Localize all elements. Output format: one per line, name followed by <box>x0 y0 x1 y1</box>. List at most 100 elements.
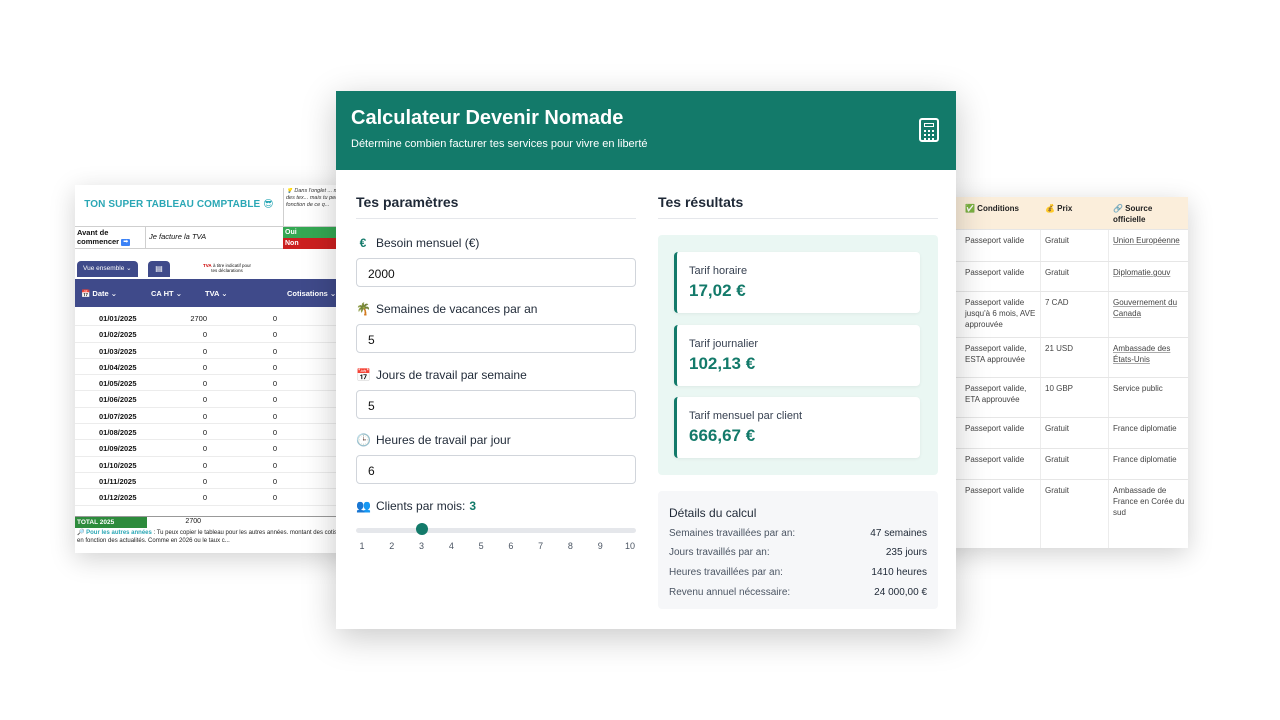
sheet-table-header: 📅 Date ⌄ CA HT ⌄ TVA ⌄ Cotisations ⌄ <box>75 279 360 307</box>
besoin-label: € Besoin mensuel (€) <box>356 236 480 250</box>
header-source: 🔗 Source officielle <box>1113 204 1153 224</box>
table-row[interactable]: 01/10/2025000 <box>75 457 360 473</box>
cell-source[interactable]: Union Européenne <box>1113 235 1185 246</box>
column-header-date[interactable]: 📅 Date ⌄ <box>81 289 117 298</box>
cell-cond: Passeport valide <box>965 268 1025 277</box>
visa-conditions-table: ✅ Conditions 💰 Prix 🔗 Source officielle … <box>940 197 1188 548</box>
besoin-input[interactable]: 2000 <box>356 258 636 287</box>
clients-label: 👥 Clients par mois: 3 <box>356 499 477 513</box>
tva-warning: TVA à titre indicatif pour tes déclarati… <box>203 263 251 273</box>
table-row[interactable]: 01/05/2025000 <box>75 375 360 392</box>
cell-source: France diplomatie <box>1113 455 1177 464</box>
calendar-icon: 📅 <box>356 368 371 382</box>
cell-ca: 0 <box>202 330 207 340</box>
cell-prix: Gratuit <box>1045 455 1070 464</box>
cell-prix: Gratuit <box>1045 236 1070 245</box>
table-row[interactable]: 01/03/2025000 <box>75 343 360 359</box>
table-row[interactable]: 01/01/202527000664 <box>75 310 360 327</box>
table-row[interactable]: 01/07/2025000 <box>75 408 360 425</box>
cell-tva: 0 <box>272 411 277 421</box>
cell-prix: Gratuit <box>1045 486 1070 495</box>
table-row: Passeport valide jusqu'à 6 mois, AVE app… <box>940 291 1188 337</box>
cell-date: 01/01/2025 <box>99 314 137 323</box>
cell-date: 01/11/2025 <box>99 476 137 486</box>
calculator-subtitle: Détermine combien facturer tes services … <box>351 138 648 150</box>
slider-tick-label: 9 <box>597 541 603 551</box>
tva-settings-row: Avant de commencer ➡ Je facture la TVA O… <box>75 227 360 249</box>
result-value: 17,02 € <box>689 281 746 300</box>
cell-prix: 7 CAD <box>1045 298 1069 307</box>
result-label: Tarif horaire <box>689 265 748 277</box>
cell-prix: Gratuit <box>1045 268 1070 277</box>
cell-ca: 0 <box>202 428 207 438</box>
cell-cond: Passeport valide <box>965 424 1025 433</box>
slider-tick-label: 1 <box>359 541 365 551</box>
cell-ca: 0 <box>202 460 207 470</box>
calculator-title: Calculateur Devenir Nomade <box>351 107 624 129</box>
cell-prix: Gratuit <box>1045 424 1070 433</box>
cell-source[interactable]: Ambassade des États-Unis <box>1113 343 1185 365</box>
palm-tree-icon: 🌴 <box>356 302 371 316</box>
cell-cond: Passeport valide, ETA approuvée <box>965 384 1027 404</box>
cell-date: 01/09/2025 <box>99 444 137 454</box>
slider-tick-label: 7 <box>538 541 544 551</box>
cell-date: 01/10/2025 <box>99 460 137 470</box>
tab-overview[interactable]: Vue ensemble ⌄ <box>77 261 138 277</box>
cell-ca: 0 <box>202 476 207 486</box>
cell-tva: 0 <box>272 362 277 372</box>
table-row: Passeport valide, ESTA approuvée 21 USD Am… <box>940 337 1188 377</box>
cell-ca: 0 <box>202 444 207 454</box>
jours-input[interactable]: 5 <box>356 390 636 419</box>
vacances-label: 🌴 Semaines de vacances par an <box>356 302 538 316</box>
cell-cond: Passeport valide <box>965 455 1025 464</box>
table-row[interactable]: 01/06/2025000 <box>75 391 360 408</box>
cell-cond: Passeport valide jusqu'à 6 mois, AVE app… <box>965 298 1036 329</box>
column-header-tva[interactable]: TVA ⌄ <box>205 289 228 298</box>
cell-tva: 0 <box>272 379 277 389</box>
params-title: Tes paramètres <box>356 194 459 210</box>
table-row[interactable]: 01/02/2025000 <box>75 326 360 343</box>
cell-date: 01/08/2025 <box>99 428 137 438</box>
heures-input[interactable]: 6 <box>356 455 636 484</box>
cell-source[interactable]: Diplomatie.gouv <box>1113 267 1185 278</box>
result-card-monthly-client: Tarif mensuel par client 666,67 € <box>674 397 920 458</box>
slider-tick-label: 5 <box>478 541 484 551</box>
cell-ca: 0 <box>202 362 207 372</box>
clients-slider-thumb[interactable] <box>415 523 428 535</box>
table-row: Passeport valide Gratuit Ambassade de Fran… <box>940 479 1188 519</box>
table-row[interactable]: 01/11/2025000 <box>75 473 360 490</box>
table-row: Passeport valide Gratuit Union Européenne <box>940 229 1188 261</box>
table-view-icon[interactable]: ▤ <box>148 261 170 277</box>
heures-label: 🕒 Heures de travail par jour <box>356 433 511 447</box>
before-start-label: Avant de commencer ➡ <box>77 228 131 246</box>
cell-date: 01/02/2025 <box>99 330 137 340</box>
table-row[interactable]: 01/12/2025000 <box>75 489 360 506</box>
cell-source[interactable]: Gouvernement du Canada <box>1113 297 1185 319</box>
arrow-right-icon: ➡ <box>121 238 131 246</box>
cell-ca: 0 <box>202 379 207 389</box>
result-card-hourly: Tarif horaire 17,02 € <box>674 252 920 313</box>
table-row[interactable]: 01/04/2025000 <box>75 359 360 376</box>
column-header-cotisations[interactable]: Cotisations ⌄ <box>287 289 336 298</box>
results-title: Tes résultats <box>658 194 744 210</box>
cell-tva: 0 <box>272 493 277 503</box>
cell-source: France diplomatie <box>1113 424 1177 433</box>
vacances-input[interactable]: 5 <box>356 324 636 353</box>
sheet-tabbar: Vue ensemble ⌄ ▤ TVA à titre indicatif p… <box>75 261 360 279</box>
table-row[interactable]: 01/08/2025000 <box>75 424 360 441</box>
sheet-footer-note: 🔎 Pour les autres années : Tu peux copie… <box>77 530 353 544</box>
clients-slider[interactable] <box>356 528 636 533</box>
cell-tva: 0 <box>272 460 277 470</box>
sheet-rows: 01/01/202527000664 01/02/2025 0 0 0 01/03/202… <box>75 310 360 506</box>
table-row[interactable]: 01/09/2025000 <box>75 440 360 457</box>
users-icon: 👥 <box>356 499 371 513</box>
clock-icon: 🕒 <box>356 433 371 447</box>
result-label: Tarif journalier <box>689 338 759 350</box>
cell-prix: 10 GBP <box>1045 384 1074 393</box>
cell-date: 01/03/2025 <box>99 346 137 356</box>
slider-tick-label: 8 <box>567 541 573 551</box>
column-header-ca[interactable]: CA HT ⌄ <box>151 289 182 298</box>
cell-ca: 0 <box>202 395 207 405</box>
cell-tva: 0 <box>272 346 277 356</box>
cell-date: 01/05/2025 <box>99 379 137 389</box>
